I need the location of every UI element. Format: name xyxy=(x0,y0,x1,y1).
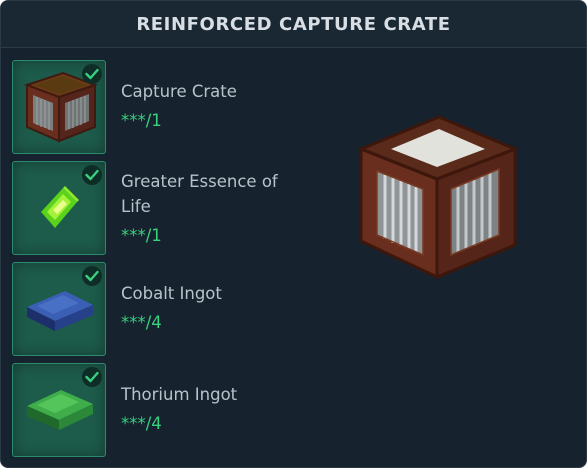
ingredient-quantity: ***/1 xyxy=(121,226,162,245)
ingredient-quantity: ***/4 xyxy=(121,414,162,433)
checkmark-icon xyxy=(82,266,102,286)
reinforced-capture-crate-icon xyxy=(356,115,520,280)
ingredient-slot[interactable] xyxy=(12,363,106,457)
checkmark-icon xyxy=(82,64,102,84)
ingredient-slot[interactable] xyxy=(12,161,106,255)
ingredient-row-cobalt-ingot[interactable]: Cobalt Ingot ***/4 xyxy=(12,262,312,358)
ingredient-name: Thorium Ingot xyxy=(121,385,238,404)
ingredient-row-capture-crate[interactable]: Capture Crate ***/1 xyxy=(12,60,312,156)
ingredient-name: Cobalt Ingot xyxy=(121,284,222,303)
ingredient-slot[interactable] xyxy=(12,60,106,154)
ingredient-name: Capture Crate xyxy=(121,82,237,101)
ingredient-name: Greater Essence of Life xyxy=(121,172,278,216)
checkmark-icon xyxy=(82,367,102,387)
ingredient-row-thorium-ingot[interactable]: Thorium Ingot ***/4 xyxy=(12,363,312,459)
ingredient-row-greater-essence-of-life[interactable]: Greater Essence of Life ***/1 xyxy=(12,161,312,257)
crafting-panel: REINFORCED CAPTURE CRATE Capture Crate *… xyxy=(0,0,587,468)
ingredient-quantity: ***/1 xyxy=(121,111,162,130)
checkmark-icon xyxy=(82,165,102,185)
panel-title: REINFORCED CAPTURE CRATE xyxy=(136,13,451,35)
ingredient-slot[interactable] xyxy=(12,262,106,356)
ingredient-quantity: ***/4 xyxy=(121,313,162,332)
panel-header: REINFORCED CAPTURE CRATE xyxy=(1,1,586,48)
